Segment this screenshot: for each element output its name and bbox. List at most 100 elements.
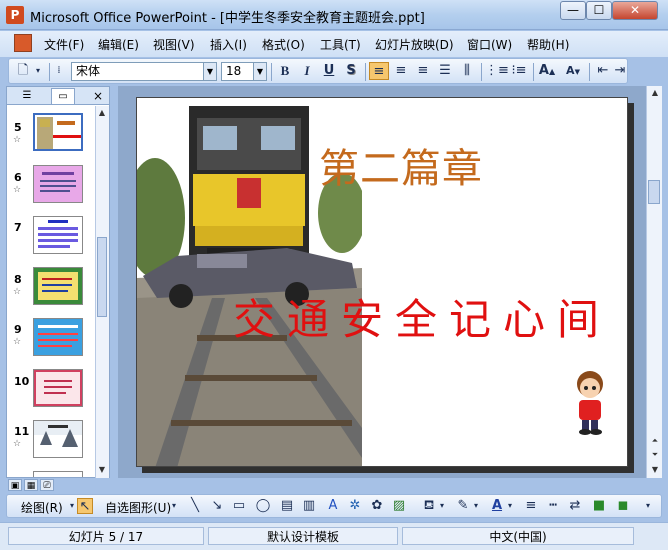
editor-scroll-thumb[interactable]: [648, 180, 660, 204]
autoshapes-menu[interactable]: 自选图形(U): [105, 499, 171, 516]
menu-slideshow[interactable]: 幻灯片放映(D): [375, 36, 454, 53]
slide-title[interactable]: 第二篇章: [319, 136, 483, 194]
diagram-icon[interactable]: ✲: [347, 498, 363, 514]
slide-thumbnail[interactable]: [33, 113, 83, 151]
insert-picture-icon[interactable]: ▨: [391, 498, 407, 514]
italic-button[interactable]: I: [297, 62, 317, 80]
numbering-icon[interactable]: ⋮≡: [485, 62, 509, 80]
slide-number: 6: [14, 171, 22, 184]
shadow-style-icon[interactable]: ■: [591, 498, 607, 514]
font-dropdown-icon[interactable]: ▼: [203, 62, 217, 81]
current-slide[interactable]: 第二篇章 交通安全记心间: [136, 97, 628, 467]
draw-dropdown-icon[interactable]: ▾: [67, 498, 77, 514]
align-center-icon[interactable]: ≡: [391, 62, 411, 80]
normal-view-icon[interactable]: ▣: [8, 479, 22, 491]
slide-thumbnail[interactable]: [33, 369, 83, 407]
clip-art-icon[interactable]: ✿: [369, 498, 385, 514]
minimize-button[interactable]: —: [560, 1, 586, 20]
wordart-icon[interactable]: A: [325, 498, 341, 514]
draw-menu[interactable]: 绘图(R): [21, 499, 63, 516]
dash-style-icon[interactable]: ┅: [545, 498, 561, 514]
shadow-button[interactable]: S: [341, 62, 361, 80]
font-size-field[interactable]: 18: [221, 62, 255, 81]
arrow-icon[interactable]: ↘: [209, 498, 225, 514]
vertical-text-box-icon[interactable]: ▥: [301, 498, 317, 514]
line-style-icon[interactable]: ≡: [523, 498, 539, 514]
scroll-up-icon[interactable]: ▲: [95, 106, 109, 120]
menu-tools[interactable]: 工具(T): [320, 36, 361, 53]
panel-scroll-thumb[interactable]: [97, 237, 107, 317]
rectangle-icon[interactable]: ▭: [231, 498, 247, 514]
panel-close-button[interactable]: ×: [91, 88, 105, 104]
fill-color-dropdown-icon[interactable]: ▾: [437, 498, 447, 514]
close-button[interactable]: ✕: [612, 1, 658, 20]
line-color-dropdown-icon[interactable]: ▾: [471, 498, 481, 514]
toolbar-options-icon[interactable]: ▾: [33, 62, 43, 80]
decrease-indent-icon[interactable]: ⇤: [593, 62, 613, 80]
thumbnail-image: [38, 272, 78, 300]
align-left-icon[interactable]: ≡: [369, 62, 389, 80]
cartoon-boy-image[interactable]: [573, 370, 607, 436]
toolbar-separator: [271, 63, 272, 81]
animation-star-icon: ☆: [13, 439, 22, 449]
increase-indent-icon[interactable]: ⇥: [613, 62, 627, 80]
increase-font-button[interactable]: A▲: [537, 62, 557, 80]
menu-file[interactable]: 文件(F): [44, 36, 84, 53]
menu-window[interactable]: 窗口(W): [467, 36, 512, 53]
oval-icon[interactable]: ◯: [255, 498, 271, 514]
3d-style-icon[interactable]: ◼: [615, 498, 631, 514]
text-box-icon[interactable]: ▤: [279, 498, 295, 514]
underline-button[interactable]: U: [319, 62, 339, 80]
scroll-down-icon[interactable]: ▼: [647, 463, 663, 477]
thumbnail-image: [34, 370, 82, 406]
toolbar-options-icon[interactable]: ▾: [641, 498, 655, 514]
slide-thumbnail[interactable]: [33, 318, 83, 356]
font-color-icon[interactable]: A: [489, 498, 505, 514]
bullets-icon[interactable]: ⁝≡: [509, 62, 529, 80]
line-color-icon[interactable]: ✎: [455, 498, 471, 514]
menu-format[interactable]: 格式(O): [262, 36, 305, 53]
previous-slide-icon[interactable]: ⏶: [647, 434, 663, 448]
scroll-down-icon[interactable]: ▼: [95, 463, 109, 477]
thumbnail-image: [38, 220, 78, 248]
bold-button[interactable]: B: [275, 62, 295, 80]
font-name-field[interactable]: 宋体: [71, 62, 205, 81]
slideshow-view-icon[interactable]: ⎚: [40, 479, 54, 491]
new-document-icon[interactable]: 🗋: [13, 62, 33, 80]
fill-color-icon[interactable]: ⛾: [421, 498, 437, 514]
font-color-dropdown-icon[interactable]: ▾: [505, 498, 515, 514]
slide-thumbnail[interactable]: [33, 216, 83, 254]
menu-help[interactable]: 帮助(H): [527, 36, 569, 53]
slide-thumbnail[interactable]: [33, 267, 83, 305]
slide-thumbnail[interactable]: [33, 420, 83, 458]
slide-thumbnail[interactable]: [33, 471, 83, 477]
line-icon[interactable]: ╲: [187, 498, 203, 514]
document-icon[interactable]: [14, 34, 32, 52]
slide-subtitle[interactable]: 交通安全记心间: [233, 286, 611, 347]
autoshapes-dropdown-icon[interactable]: ▾: [169, 498, 179, 514]
menu-view[interactable]: 视图(V): [153, 36, 195, 53]
design-template[interactable]: 默认设计模板: [208, 527, 398, 545]
slides-tab-icon[interactable]: ▭: [51, 88, 75, 104]
toolbar-separator: [533, 63, 534, 81]
next-slide-icon[interactable]: ⏷: [647, 448, 663, 462]
powerpoint-icon[interactable]: P: [6, 6, 24, 24]
drawing-toolbar: 绘图(R) ▾ ↖ 自选图形(U) ▾ ╲ ↘ ▭ ◯ ▤ ▥ A ✲ ✿ ▨ …: [6, 494, 662, 518]
menu-insert[interactable]: 插入(I): [210, 36, 247, 53]
slide-thumbnail[interactable]: [33, 165, 83, 203]
scroll-up-icon[interactable]: ▲: [647, 86, 663, 100]
distribute-icon[interactable]: ☰: [435, 62, 455, 80]
outline-tab-icon[interactable]: ☰: [15, 88, 39, 104]
editor-vertical-scrollbar[interactable]: ▲ ⏶ ⏷ ▼: [646, 86, 662, 478]
arrow-style-icon[interactable]: ⇄: [567, 498, 583, 514]
align-right-icon[interactable]: ≡: [413, 62, 433, 80]
size-dropdown-icon[interactable]: ▼: [253, 62, 267, 81]
slide-sorter-icon[interactable]: ▦: [24, 479, 38, 491]
decrease-font-button[interactable]: A▼: [563, 62, 583, 80]
maximize-button[interactable]: ☐: [586, 1, 612, 20]
menu-edit[interactable]: 编辑(E): [98, 36, 139, 53]
select-pointer-icon[interactable]: ↖: [77, 498, 93, 514]
vertical-text-icon[interactable]: ⫼: [457, 62, 477, 80]
thumbnail-image: [34, 425, 82, 457]
animation-star-icon: ☆: [13, 337, 22, 347]
